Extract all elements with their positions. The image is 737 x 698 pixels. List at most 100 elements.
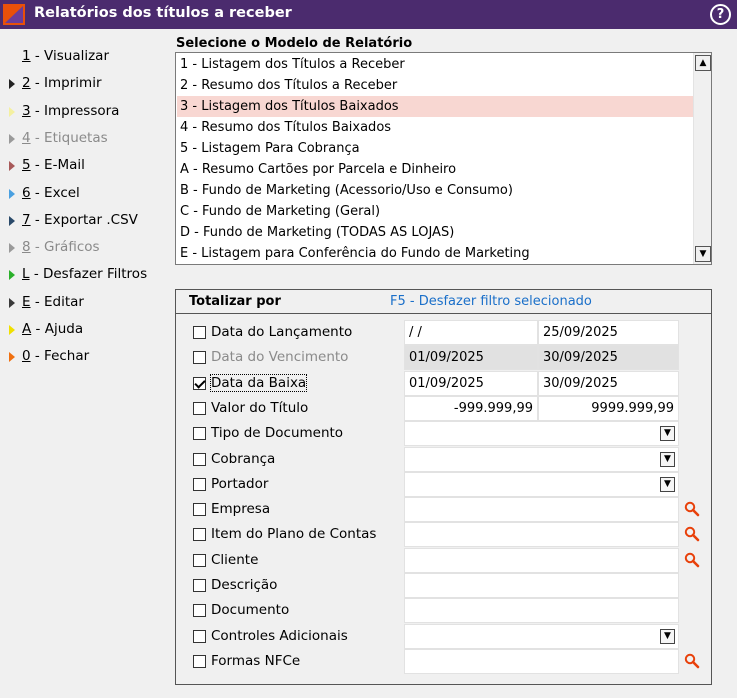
report-list-item[interactable]: 5 - Listagem Para Cobrança xyxy=(177,138,693,159)
filter-text-field[interactable] xyxy=(404,547,679,573)
filter-combo[interactable]: ▼ xyxy=(404,446,679,472)
filter-label[interactable]: Empresa xyxy=(211,501,270,517)
report-list-item[interactable]: 3 - Listagem dos Títulos Baixados xyxy=(177,96,693,117)
filter-combo[interactable]: ▼ xyxy=(404,623,679,649)
sidebar-item-ajuda[interactable]: A - Ajuda xyxy=(0,318,152,342)
scroll-up-icon[interactable]: ▲ xyxy=(695,55,711,71)
scroll-down-icon[interactable]: ▼ xyxy=(695,246,711,262)
chevron-down-icon[interactable]: ▼ xyxy=(660,628,675,644)
report-list-item[interactable]: 2 - Resumo dos Títulos a Receber xyxy=(177,75,693,96)
chevron-down-icon[interactable]: ▼ xyxy=(660,476,675,492)
sidebar-item-label: 3 - Impressora xyxy=(22,102,120,119)
sidebar-item-imprimir[interactable]: 2 - Imprimir xyxy=(0,72,152,96)
filter-label[interactable]: Item do Plano de Contas xyxy=(211,526,376,542)
sidebar-item-gráficos[interactable]: 8 - Gráficos xyxy=(0,236,152,260)
filter-panel-header: Totalizar por F5 - Desfazer filtro selec… xyxy=(176,290,711,314)
sidebar-item-label: 7 - Exportar .CSV xyxy=(22,211,138,228)
filter-row: Descrição xyxy=(176,573,711,598)
filter-checkbox[interactable] xyxy=(193,452,206,466)
sidebar-item-visualizar[interactable]: 1 - Visualizar xyxy=(0,45,152,69)
totalizar-label: Totalizar por xyxy=(189,294,281,309)
report-list-item[interactable]: B - Fundo de Marketing (Acessorio/Uso e … xyxy=(177,180,693,201)
filter-from-field[interactable]: 01/09/2025 xyxy=(404,345,538,371)
search-icon[interactable] xyxy=(684,653,700,669)
search-icon[interactable] xyxy=(684,501,700,517)
filter-from-field[interactable]: 01/09/2025 xyxy=(404,370,538,396)
filter-text-field[interactable] xyxy=(404,573,679,598)
filter-text-field[interactable] xyxy=(404,522,679,548)
sidebar-item-e-mail[interactable]: 5 - E-Mail xyxy=(0,154,152,178)
report-list-item[interactable]: 4 - Resumo dos Títulos Baixados xyxy=(177,117,693,138)
filter-checkbox[interactable] xyxy=(193,351,206,365)
filter-from-field[interactable]: -999.999,99 xyxy=(404,395,538,421)
filter-from-field[interactable]: / / xyxy=(404,320,538,345)
filter-panel: Totalizar por F5 - Desfazer filtro selec… xyxy=(175,289,712,685)
filter-row: Formas NFCe xyxy=(176,648,711,674)
filter-to-field[interactable]: 30/09/2025 xyxy=(538,370,679,396)
filter-row: Cliente xyxy=(176,547,711,573)
report-list-item[interactable]: D - Fundo de Marketing (TODAS AS LOJAS) xyxy=(177,222,693,243)
filter-label[interactable]: Tipo de Documento xyxy=(211,425,343,441)
filter-label[interactable]: Controles Adicionais xyxy=(211,628,348,644)
list-scrollbar[interactable]: ▲ ▼ xyxy=(693,53,711,264)
search-icon[interactable] xyxy=(684,552,700,568)
sidebar-item-fechar[interactable]: 0 - Fechar xyxy=(0,345,152,369)
filter-checkbox[interactable] xyxy=(193,326,206,339)
help-icon[interactable]: ? xyxy=(710,4,731,25)
report-list-item[interactable]: C - Fundo de Marketing (Geral) xyxy=(177,201,693,222)
filter-text-field[interactable] xyxy=(404,648,679,674)
filter-row: Item do Plano de Contas xyxy=(176,522,711,548)
filter-row: Valor do Título -999.999,99 9999.999,99 xyxy=(176,395,711,421)
filter-label[interactable]: Data do Lançamento xyxy=(211,324,352,340)
filter-row: Empresa xyxy=(176,497,711,523)
sidebar-item-desfazer-filtros[interactable]: L - Desfazer Filtros xyxy=(0,263,152,287)
filter-label[interactable]: Valor do Título xyxy=(211,400,308,416)
filter-label[interactable]: Portador xyxy=(211,476,268,492)
filter-checkbox[interactable] xyxy=(193,503,206,517)
filter-to-field[interactable]: 9999.999,99 xyxy=(538,395,679,421)
filter-checkbox[interactable] xyxy=(193,604,206,618)
filter-checkbox[interactable] xyxy=(193,477,206,491)
filter-label[interactable]: Cobrança xyxy=(211,451,275,467)
filter-text-field[interactable] xyxy=(404,598,679,624)
sidebar: 1 - Visualizar 2 - Imprimir 3 - Impressora… xyxy=(0,29,152,698)
filter-label[interactable]: Cliente xyxy=(211,552,258,568)
sidebar-item-etiquetas[interactable]: 4 - Etiquetas xyxy=(0,127,152,151)
report-list-item[interactable]: E - Listagem para Conferência do Fundo d… xyxy=(177,243,693,264)
filter-row: Cobrança ▼ xyxy=(176,446,711,472)
report-list-item[interactable]: A - Resumo Cartões por Parcela e Dinheir… xyxy=(177,159,693,180)
report-model-list[interactable]: ▲ ▼ 1 - Listagem dos Títulos a Receber 2 … xyxy=(175,52,712,265)
filter-checkbox[interactable] xyxy=(193,553,206,567)
title-bar: Relatórios dos títulos a receber ? xyxy=(0,0,737,29)
filter-checkbox[interactable] xyxy=(193,629,206,643)
chevron-down-icon[interactable]: ▼ xyxy=(660,426,675,442)
sidebar-item-label: 0 - Fechar xyxy=(22,348,90,365)
filter-text-field[interactable] xyxy=(404,497,679,523)
filter-label[interactable]: Data do Vencimento xyxy=(211,349,348,365)
filter-checkbox[interactable] xyxy=(193,401,206,415)
filter-row: Portador ▼ xyxy=(176,471,711,497)
chevron-down-icon[interactable]: ▼ xyxy=(660,451,675,467)
filter-to-field[interactable]: 30/09/2025 xyxy=(538,345,679,371)
filter-combo[interactable]: ▼ xyxy=(404,421,679,447)
filter-combo[interactable]: ▼ xyxy=(404,471,679,497)
f5-undo-filter-link[interactable]: F5 - Desfazer filtro selecionado xyxy=(390,294,592,309)
sidebar-item-exportar-csv[interactable]: 7 - Exportar .CSV xyxy=(0,209,152,233)
filter-checkbox[interactable] xyxy=(193,376,206,390)
sidebar-item-label: 5 - E-Mail xyxy=(22,157,85,174)
sidebar-item-impressora[interactable]: 3 - Impressora xyxy=(0,100,152,124)
filter-label[interactable]: Data da Baixa xyxy=(209,373,308,392)
filter-label[interactable]: Documento xyxy=(211,602,289,618)
filter-checkbox[interactable] xyxy=(193,528,206,542)
sidebar-item-excel[interactable]: 6 - Excel xyxy=(0,182,152,206)
filter-checkbox[interactable] xyxy=(193,579,206,592)
filter-checkbox[interactable] xyxy=(193,654,206,668)
sidebar-item-editar[interactable]: E - Editar xyxy=(0,291,152,315)
search-icon[interactable] xyxy=(684,526,700,542)
report-list-item[interactable]: 1 - Listagem dos Títulos a Receber xyxy=(177,54,693,75)
filter-label[interactable]: Formas NFCe xyxy=(211,653,300,669)
filter-label[interactable]: Descrição xyxy=(211,577,277,593)
arrow-icon xyxy=(9,133,15,144)
filter-to-field[interactable]: 25/09/2025 xyxy=(538,320,679,345)
filter-checkbox[interactable] xyxy=(193,427,206,441)
